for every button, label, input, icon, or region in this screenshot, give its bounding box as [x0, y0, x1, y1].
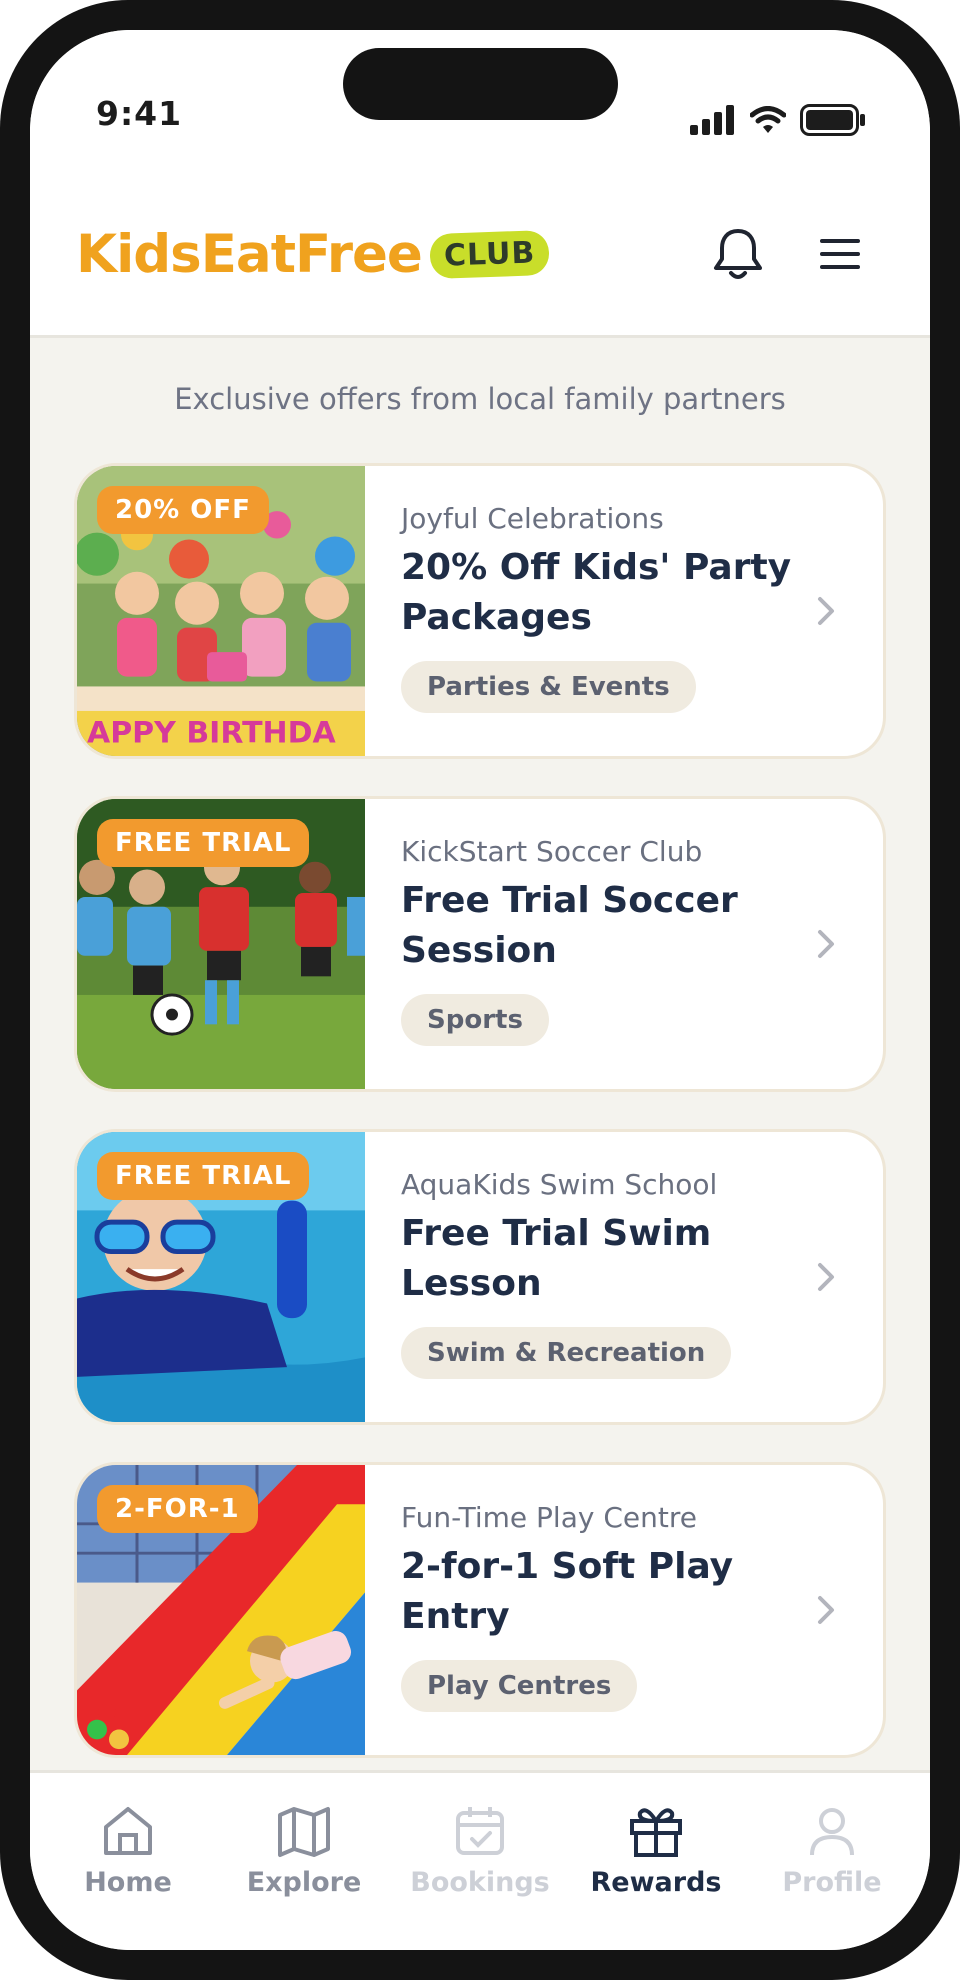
brand-logo[interactable]: KidsEatFree CLUB: [76, 224, 550, 285]
calendar-check-icon: [456, 1807, 504, 1855]
app-header: KidsEatFree CLUB: [30, 180, 930, 338]
brand-name: KidsEatFree: [76, 224, 423, 285]
offer-title: Free Trial Soccer Session: [401, 880, 738, 971]
offer-badge: FREE TRIAL: [97, 1152, 310, 1200]
offer-title: 20% Off Kids' Party Packages: [401, 547, 792, 638]
offer-category-chip: Parties & Events: [401, 661, 696, 713]
offer-category-chip: Swim & Recreation: [401, 1327, 732, 1379]
nav-item-home[interactable]: Home: [43, 1773, 213, 1950]
offer-image: FREE TRIAL: [77, 799, 365, 1089]
nav-item-profile[interactable]: Profile: [747, 1773, 917, 1950]
offer-body: Joyful Celebrations 20% Off Kids' Party …: [365, 466, 883, 756]
offer-category-chip: Sports: [401, 994, 549, 1046]
chevron-right-icon: [818, 1263, 834, 1291]
offer-title: 2-for-1 Soft Play Entry: [401, 1546, 734, 1637]
offer-card[interactable]: FREE TRIAL KickStart Soccer Club Free Tr…: [74, 796, 886, 1092]
offer-partner: Fun-Time Play Centre: [401, 1501, 697, 1534]
wifi-icon: [750, 106, 786, 133]
header-actions: [708, 224, 870, 284]
bottom-nav: Home Explore Bookings Rewards Profile: [30, 1770, 930, 1950]
nav-item-rewards[interactable]: Rewards: [571, 1773, 741, 1950]
offer-badge: FREE TRIAL: [97, 819, 310, 867]
battery-icon: [800, 104, 865, 136]
nav-item-explore[interactable]: Explore: [219, 1773, 389, 1950]
offer-badge: 2-FOR-1: [97, 1485, 258, 1533]
home-icon: [104, 1807, 152, 1855]
menu-button[interactable]: [810, 224, 870, 284]
nav-label: Rewards: [590, 1867, 722, 1898]
offer-card[interactable]: APPY BIRTHDA 20% OFF Joyful Celebrations…: [74, 463, 886, 759]
camera-notch: [343, 48, 618, 120]
status-time: 9:41: [96, 94, 183, 133]
hamburger-menu-icon: [820, 239, 860, 269]
offer-title: Free Trial Swim Lesson: [401, 1213, 712, 1304]
user-icon: [810, 1808, 854, 1856]
bell-icon: [714, 229, 762, 279]
map-icon: [278, 1807, 330, 1857]
chevron-right-icon: [818, 597, 834, 625]
nav-label: Explore: [246, 1867, 362, 1898]
gift-icon: [630, 1808, 682, 1857]
offer-body: KickStart Soccer Club Free Trial Soccer …: [365, 799, 883, 1089]
chevron-right-icon: [818, 930, 834, 958]
offer-partner: Joyful Celebrations: [401, 502, 664, 535]
brand-badge: CLUB: [429, 229, 550, 280]
phone-frame: 9:41 KidsEatFree CLUB Exclusive offers f…: [0, 0, 960, 1980]
offer-badge: 20% OFF: [97, 486, 269, 534]
status-icons: [690, 100, 866, 140]
page-subtitle: Exclusive offers from local family partn…: [174, 382, 786, 416]
offer-list: APPY BIRTHDA 20% OFF Joyful Celebrations…: [74, 463, 886, 1795]
offer-image: FREE TRIAL: [77, 1132, 365, 1422]
offer-body: Fun-Time Play Centre 2-for-1 Soft Play E…: [365, 1465, 883, 1755]
signal-icon: [690, 105, 734, 135]
offer-card[interactable]: 2-FOR-1 Fun-Time Play Centre 2-for-1 Sof…: [74, 1462, 886, 1758]
offer-card[interactable]: FREE TRIAL AquaKids Swim School Free Tri…: [74, 1129, 886, 1425]
offer-category-chip: Play Centres: [401, 1660, 638, 1712]
nav-item-bookings[interactable]: Bookings: [395, 1773, 565, 1950]
app-screen: 9:41 KidsEatFree CLUB Exclusive offers f…: [30, 30, 930, 1950]
offer-image: 2-FOR-1: [77, 1465, 365, 1755]
notifications-button[interactable]: [708, 224, 768, 284]
offer-partner: AquaKids Swim School: [401, 1168, 718, 1201]
nav-label: Profile: [782, 1867, 882, 1898]
nav-label: Home: [84, 1867, 172, 1898]
offer-partner: KickStart Soccer Club: [401, 835, 703, 868]
offer-body: AquaKids Swim School Free Trial Swim Les…: [365, 1132, 883, 1422]
nav-label: Bookings: [410, 1867, 550, 1898]
offer-image: APPY BIRTHDA 20% OFF: [77, 466, 365, 756]
chevron-right-icon: [818, 1596, 834, 1624]
svg-text:APPY BIRTHDA: APPY BIRTHDA: [87, 716, 336, 751]
